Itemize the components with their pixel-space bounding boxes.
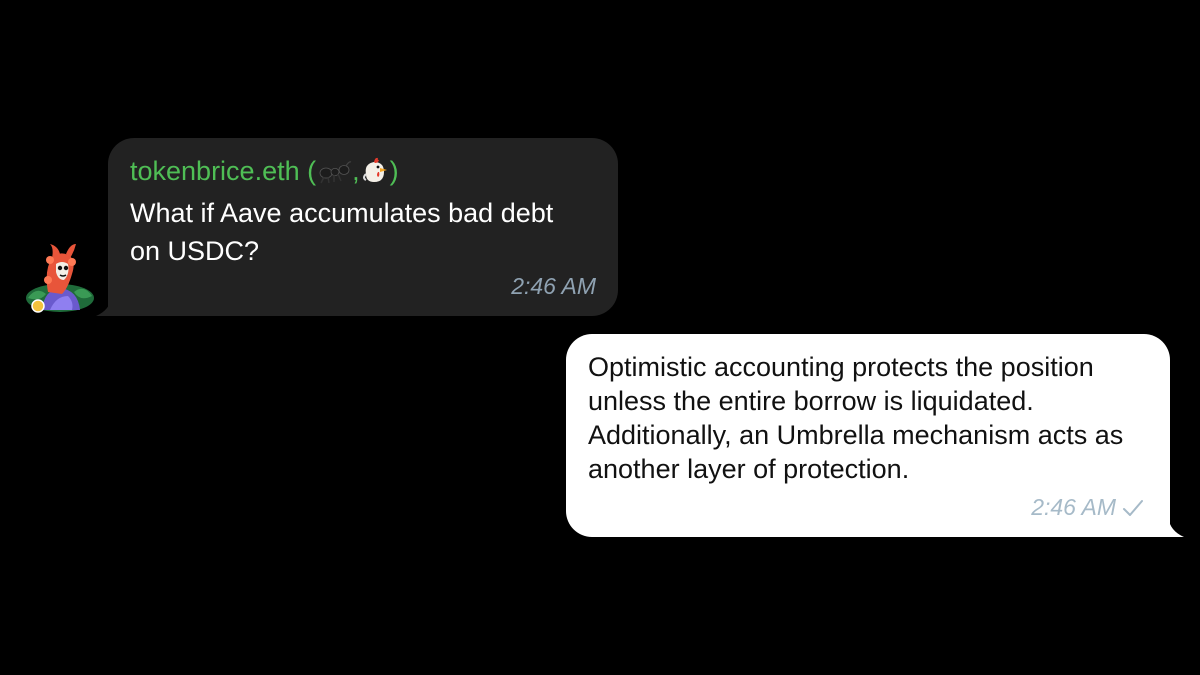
outgoing-message-bubble[interactable]: Optimistic accounting protects the posit… <box>566 334 1170 537</box>
outgoing-message-meta: 2:46 AM <box>1031 494 1144 521</box>
sender-name-text: tokenbrice.eth ( <box>130 156 317 186</box>
sender-name-suffix: ) <box>389 156 399 186</box>
outgoing-message-time: 2:46 AM <box>1031 494 1116 520</box>
incoming-message-bubble[interactable]: tokenbrice.eth ( ,) What if Aave accumu… <box>108 138 618 316</box>
llama-avatar-icon <box>26 244 94 313</box>
sender-emoji-group: , <box>318 154 390 188</box>
chicken-emoji-icon <box>362 157 387 182</box>
sender-emoji-separator: , <box>352 156 360 186</box>
chat-view: tokenbrice.eth ( ,) What if Aave accumu… <box>0 0 1200 675</box>
sent-check-icon <box>1122 499 1144 517</box>
avatar[interactable] <box>22 240 98 316</box>
sender-name[interactable]: tokenbrice.eth ( ,) <box>130 154 596 188</box>
incoming-message-time: 2:46 AM <box>511 273 596 299</box>
incoming-message-text: What if Aave accumulates bad debt on USD… <box>130 198 554 266</box>
ant-emoji-icon <box>319 161 352 184</box>
outgoing-message-text: Optimistic accounting protects the posit… <box>588 352 1124 484</box>
